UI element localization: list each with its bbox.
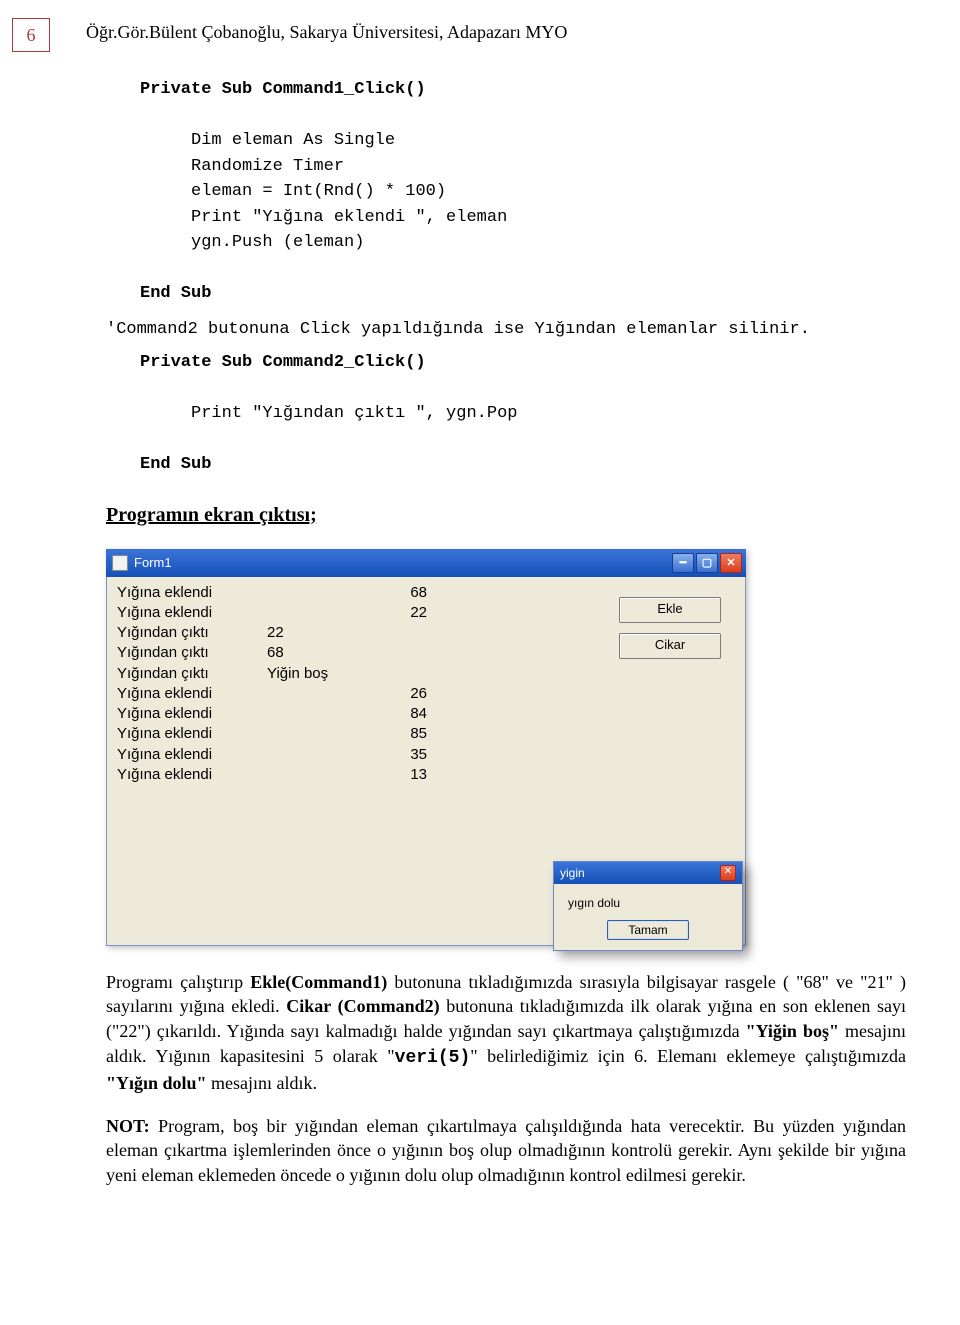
code-line: eleman = Int(Rnd() * 100) <box>191 182 446 201</box>
output-row: Yığından çıktıYiğin boş <box>117 664 735 684</box>
out-label: Yığına eklendi <box>117 745 267 765</box>
paragraph-2: NOT: Program, boş bir yığından eleman çı… <box>106 1114 906 1188</box>
out-label: Yığına eklendi <box>117 724 267 744</box>
out-mid <box>267 704 367 724</box>
text: " belirlediğimiz için 6. Elemanı eklemey… <box>470 1046 906 1066</box>
out-label: Yığına eklendi <box>117 684 267 704</box>
code-signature: Private Sub Command1_Click() <box>140 80 426 99</box>
window-buttons: ━ ▢ ✕ <box>672 553 742 573</box>
out-label: Yığından çıktı <box>117 623 267 643</box>
text-bold: "Yiğin boş" <box>746 1021 839 1041</box>
form-icon <box>112 555 128 571</box>
window-title: Form1 <box>134 555 672 570</box>
output-row: Yığına eklendi 26 <box>117 684 735 704</box>
window-titlebar: Form1 ━ ▢ ✕ <box>106 549 746 577</box>
cikar-button[interactable]: Cikar <box>619 633 721 659</box>
out-label: Yığına eklendi <box>117 603 267 623</box>
out-val <box>367 643 427 663</box>
out-val: 68 <box>367 583 427 603</box>
out-mid <box>267 724 367 744</box>
text-mono: veri(5) <box>395 1048 471 1068</box>
code-signature: Private Sub Command2_Click() <box>140 353 426 372</box>
output-row: Yığına eklendi 13 <box>117 765 735 785</box>
code-block-2: Private Sub Command2_Click() Print "Yığı… <box>140 350 890 478</box>
paragraph-1: Programı çalıştırıp Ekle(Command1) buton… <box>106 970 906 1096</box>
close-button[interactable]: ✕ <box>720 553 742 573</box>
ekle-button[interactable]: Ekle <box>619 597 721 623</box>
code-end: End Sub <box>140 455 211 474</box>
dialog-body: yıgın dolu Tamam <box>554 884 742 950</box>
text-bold: Cikar (Command2) <box>286 996 439 1016</box>
out-label: Yığına eklendi <box>117 765 267 785</box>
out-label: Yığından çıktı <box>117 664 267 684</box>
out-val <box>367 664 427 684</box>
out-val: 84 <box>367 704 427 724</box>
dialog-title-text: yigin <box>560 866 585 880</box>
out-val: 35 <box>367 745 427 765</box>
code-line: Dim eleman As Single <box>191 131 395 150</box>
minimize-button[interactable]: ━ <box>672 553 694 573</box>
message-dialog: yigin ✕ yıgın dolu Tamam <box>553 861 743 951</box>
maximize-button[interactable]: ▢ <box>696 553 718 573</box>
text: Programı çalıştırıp <box>106 972 250 992</box>
section-heading: Programın ekran çıktısı; <box>106 504 890 527</box>
output-row: Yığına eklendi 84 <box>117 704 735 724</box>
out-mid: Yiğin boş <box>267 664 367 684</box>
out-label: Yığından çıktı <box>117 643 267 663</box>
code-line: Randomize Timer <box>191 157 344 176</box>
dialog-titlebar: yigin ✕ <box>554 862 742 884</box>
out-mid <box>267 745 367 765</box>
document-header: Öğr.Gör.Bülent Çobanoğlu, Sakarya Üniver… <box>86 22 890 43</box>
out-val: 22 <box>367 603 427 623</box>
dialog-ok-button[interactable]: Tamam <box>607 920 688 940</box>
dialog-close-button[interactable]: ✕ <box>720 865 736 881</box>
out-mid <box>267 583 367 603</box>
out-val: 85 <box>367 724 427 744</box>
out-mid: 22 <box>267 623 367 643</box>
output-row: Yığına eklendi 35 <box>117 745 735 765</box>
code-comment: 'Command2 butonuna Click yapıldığında is… <box>106 317 890 343</box>
output-row: Yığına eklendi 85 <box>117 724 735 744</box>
text-bold: "Yığın dolu" <box>106 1073 207 1093</box>
program-output-screenshot: Form1 ━ ▢ ✕ Yığına eklendi68 Yığına ekle… <box>106 549 746 946</box>
out-val: 13 <box>367 765 427 785</box>
out-mid <box>267 603 367 623</box>
text: Program, boş bir yığından eleman çıkartı… <box>106 1116 906 1186</box>
out-label: Yığına eklendi <box>117 583 267 603</box>
code-block-1: Private Sub Command1_Click() Dim eleman … <box>140 77 890 307</box>
code-line: Print "Yığına eklendi ", eleman <box>191 208 507 227</box>
out-mid: 68 <box>267 643 367 663</box>
code-end: End Sub <box>140 284 211 303</box>
code-line: ygn.Push (eleman) <box>191 233 364 252</box>
out-label: Yığına eklendi <box>117 704 267 724</box>
page-number: 6 <box>12 18 50 52</box>
out-mid <box>267 765 367 785</box>
out-val <box>367 623 427 643</box>
code-line: Print "Yığından çıktı ", ygn.Pop <box>191 404 517 423</box>
dialog-message: yıgın dolu <box>564 896 732 910</box>
text-bold: Ekle(Command1) <box>250 972 387 992</box>
out-mid <box>267 684 367 704</box>
out-val: 26 <box>367 684 427 704</box>
text: mesajını aldık. <box>207 1073 317 1093</box>
text-bold: NOT: <box>106 1116 150 1136</box>
form-body: Yığına eklendi68 Yığına eklendi22 Yığınd… <box>106 577 746 946</box>
